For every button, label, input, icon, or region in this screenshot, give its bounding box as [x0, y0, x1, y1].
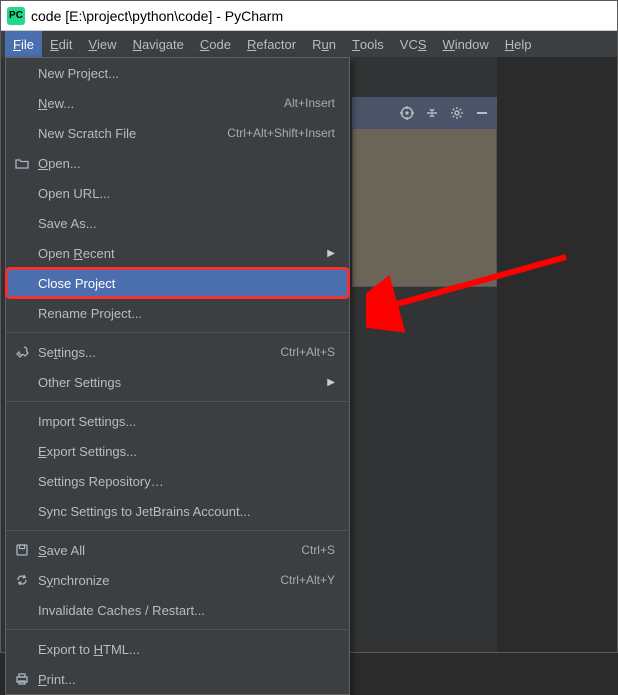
- window-title-bar: PC code [E:\project\python\code] - PyCha…: [1, 1, 617, 31]
- menu-shortcut: Alt+Insert: [284, 96, 335, 110]
- print-icon: [14, 671, 30, 687]
- target-icon[interactable]: [400, 106, 414, 120]
- menu-label: Open Recent: [38, 246, 115, 261]
- menu-label: New Project...: [38, 66, 119, 81]
- file-menu-new-scratch-file[interactable]: New Scratch File Ctrl+Alt+Shift+Insert: [6, 118, 349, 148]
- menu-separator: [6, 629, 349, 630]
- file-menu-invalidate-caches-restart[interactable]: Invalidate Caches / Restart...: [6, 595, 349, 625]
- file-menu-export-settings[interactable]: Export Settings...: [6, 436, 349, 466]
- menu-code[interactable]: Code: [192, 31, 239, 57]
- menu-run[interactable]: Run: [304, 31, 344, 57]
- menu-shortcut: Ctrl+S: [301, 543, 335, 557]
- file-menu-settings[interactable]: Settings... Ctrl+Alt+S: [6, 337, 349, 367]
- menu-label: Save As...: [38, 216, 97, 231]
- menu-window[interactable]: Window: [435, 31, 497, 57]
- menu-shortcut: Ctrl+Alt+Y: [280, 573, 335, 587]
- submenu-arrow-icon: ▶: [327, 248, 335, 259]
- menu-tools[interactable]: Tools: [344, 31, 392, 57]
- file-menu-import-settings[interactable]: Import Settings...: [6, 406, 349, 436]
- file-menu-new[interactable]: New... Alt+Insert: [6, 88, 349, 118]
- window-title: code [E:\project\python\code] - PyCharm: [31, 8, 283, 24]
- menu-bar: FileEditViewNavigateCodeRefactorRunTools…: [1, 31, 617, 57]
- menu-label: Open...: [38, 156, 81, 171]
- app-icon: PC: [7, 7, 25, 25]
- file-menu-open[interactable]: Open...: [6, 148, 349, 178]
- file-menu-close-project[interactable]: Close Project: [6, 268, 349, 298]
- collapse-icon[interactable]: [425, 106, 439, 120]
- content-area: New Project... New... Alt+Insert New Scratc…: [1, 57, 617, 652]
- file-menu-open-recent[interactable]: Open Recent ▶: [6, 238, 349, 268]
- menu-help[interactable]: Help: [497, 31, 540, 57]
- menu-label: Open URL...: [38, 186, 110, 201]
- file-menu-synchronize[interactable]: Synchronize Ctrl+Alt+Y: [6, 565, 349, 595]
- menu-label: Import Settings...: [38, 414, 136, 429]
- menu-label: Export Settings...: [38, 444, 137, 459]
- menu-separator: [6, 332, 349, 333]
- menu-separator: [6, 530, 349, 531]
- menu-label: Synchronize: [38, 573, 110, 588]
- file-menu-save-as[interactable]: Save As...: [6, 208, 349, 238]
- file-menu-rename-project[interactable]: Rename Project...: [6, 298, 349, 328]
- menu-label: Other Settings: [38, 375, 121, 390]
- menu-shortcut: Ctrl+Alt+S: [280, 345, 335, 359]
- menu-label: Sync Settings to JetBrains Account...: [38, 504, 250, 519]
- menu-label: Rename Project...: [38, 306, 142, 321]
- wrench-icon: [14, 344, 30, 360]
- menu-file[interactable]: File: [5, 31, 42, 57]
- gear-icon[interactable]: [450, 106, 464, 120]
- menu-refactor[interactable]: Refactor: [239, 31, 304, 57]
- file-menu-export-to-html[interactable]: Export to HTML...: [6, 634, 349, 664]
- file-menu-new-project[interactable]: New Project...: [6, 58, 349, 88]
- menu-label: New Scratch File: [38, 126, 136, 141]
- tool-window-toolbar: [352, 97, 497, 129]
- menu-label: Close Project: [38, 276, 115, 291]
- menu-label: Save All: [38, 543, 85, 558]
- menu-view[interactable]: View: [80, 31, 124, 57]
- menu-label: Export to HTML...: [38, 642, 140, 657]
- menu-label: New...: [38, 96, 74, 111]
- menu-label: Settings...: [38, 345, 96, 360]
- editor-right-gutter: [497, 57, 617, 652]
- file-menu-open-url[interactable]: Open URL...: [6, 178, 349, 208]
- save-icon: [14, 542, 30, 558]
- menu-shortcut: Ctrl+Alt+Shift+Insert: [227, 126, 335, 140]
- file-menu-sync-settings-to-jetbrains-account[interactable]: Sync Settings to JetBrains Account...: [6, 496, 349, 526]
- menu-label: Invalidate Caches / Restart...: [38, 603, 205, 618]
- minimize-icon[interactable]: [475, 106, 489, 120]
- menu-label: Settings Repository…: [38, 474, 164, 489]
- menu-label: Print...: [38, 672, 76, 687]
- file-menu-other-settings[interactable]: Other Settings ▶: [6, 367, 349, 397]
- sync-icon: [14, 572, 30, 588]
- file-menu-dropdown: New Project... New... Alt+Insert New Scratc…: [5, 57, 350, 695]
- file-menu-save-all[interactable]: Save All Ctrl+S: [6, 535, 349, 565]
- menu-navigate[interactable]: Navigate: [125, 31, 192, 57]
- submenu-arrow-icon: ▶: [327, 377, 335, 388]
- file-menu-print[interactable]: Print...: [6, 664, 349, 694]
- file-menu-settings-repository[interactable]: Settings Repository…: [6, 466, 349, 496]
- menu-separator: [6, 401, 349, 402]
- folder-open-icon: [14, 155, 30, 171]
- menu-edit[interactable]: Edit: [42, 31, 80, 57]
- menu-vcs[interactable]: VCS: [392, 31, 435, 57]
